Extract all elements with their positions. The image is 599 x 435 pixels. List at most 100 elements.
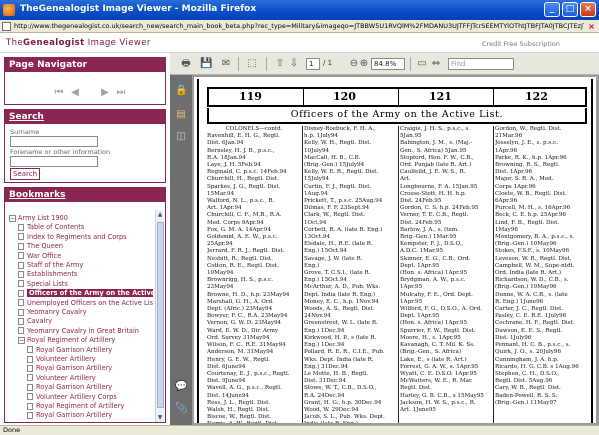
comments-icon[interactable]: 💬: [175, 381, 187, 393]
bookmark-item[interactable]: Royal Garrison Artillery: [27, 364, 112, 373]
bookmark-item[interactable]: Officers of the Army on the Active List: [18, 289, 153, 298]
page-up-icon[interactable]: ⇧: [274, 58, 286, 70]
bookmark-item[interactable]: The Queen: [18, 242, 63, 251]
print-icon[interactable]: 🖶: [180, 58, 192, 70]
bookmark-item[interactable]: Volunteer Artillery: [27, 355, 96, 364]
officer-entry-line: Bowyer, F. C., R.A. 23May94: [207, 313, 288, 320]
bookmark-label[interactable]: Royal Garrison Artillery: [36, 383, 112, 391]
window-title-bar: TheGenealogist Image Viewer - Mozilla Fi…: [0, 0, 599, 20]
officer-entry-line: (Hon. s. Africa) 1Apr.95: [400, 270, 468, 277]
site-logo[interactable]: TheGenealogist Image Viewer: [6, 38, 151, 48]
officer-entry-line: Wks. Dept. India (late R.: [304, 356, 374, 363]
maximize-button[interactable]: □: [562, 2, 578, 17]
fit-width-icon[interactable]: ⇔: [430, 58, 442, 70]
forename-input[interactable]: [10, 156, 98, 167]
surname-input[interactable]: [10, 136, 98, 147]
bookmark-label[interactable]: Royal Garrison Artillery: [36, 411, 112, 419]
bookmark-item[interactable]: War Office: [18, 252, 61, 261]
officer-entry-line: 1Oct.94: [304, 219, 327, 226]
bookmark-item[interactable]: Yeomanry Cavalry in Great Britain: [18, 327, 139, 336]
bookmark-label[interactable]: Yeomanry Cavalry: [27, 308, 87, 316]
officer-entry-line: Caulfeild, J. E. W. S., R.: [400, 169, 466, 176]
bookmark-item[interactable]: Table of Contents: [18, 223, 84, 232]
bookmark-item[interactable]: Special Lists: [18, 280, 68, 289]
bookmark-label[interactable]: Yeomanry Cavalry in Great Britain: [27, 327, 139, 335]
bookmark-item[interactable]: Royal Garrison Artillery: [27, 411, 112, 420]
bookmark-item[interactable]: Staff of the Army: [18, 261, 83, 270]
bookmark-item[interactable]: Volunteer Artillery Corps: [27, 393, 117, 402]
previous-page-icon[interactable]: ◀: [69, 87, 81, 99]
bookmark-item[interactable]: Royal Garrison Artillery: [27, 383, 112, 392]
bookmark-item[interactable]: − Army List 1900: [9, 214, 68, 223]
officer-entry-line: Woods, A. S., Regtl. Dist.: [304, 306, 375, 313]
url-field[interactable]: http://www.thegenealogist.co.uk/search_n…: [14, 21, 584, 32]
officer-entry-line: 10July94: [304, 147, 330, 154]
bookmark-item[interactable]: − Royal Regiment of Artillery: [18, 336, 115, 345]
bookmark-label[interactable]: Index to Regiments and Corps: [27, 233, 127, 241]
bookmark-label[interactable]: Special Lists: [27, 280, 68, 288]
bookmarks-title[interactable]: Bookmarks: [5, 188, 165, 202]
attachment-icon[interactable]: 📎: [175, 403, 187, 415]
bookmark-item[interactable]: Establishments: [18, 270, 77, 279]
search-button[interactable]: Search: [10, 168, 40, 180]
officer-entry-line: 25Apr.94: [207, 241, 233, 248]
officer-entry-line: Ord. India (late R. Art.): [495, 270, 562, 277]
bookmark-label[interactable]: Officers of the Army on the Active List: [27, 289, 153, 298]
bookmark-label[interactable]: Cavalry: [27, 317, 52, 325]
zoom-input[interactable]: 84.8%: [371, 58, 405, 70]
bookmark-item[interactable]: Index to Regiments and Corps: [18, 233, 127, 242]
stop-icon[interactable]: ×: [586, 21, 597, 32]
bookmark-label[interactable]: Staff of the Army: [27, 261, 83, 269]
bookmark-label[interactable]: Royal Regiment of Artillery: [36, 402, 124, 410]
scroll-up-icon[interactable]: ▲: [156, 210, 164, 219]
bookmark-label[interactable]: Establishments: [27, 270, 77, 278]
bookmark-item[interactable]: Unemployed Officers on the Active List: [18, 299, 153, 308]
officer-entry-line: Elsdale, H., R.E. (late R.: [304, 241, 373, 248]
save-icon[interactable]: 💾: [200, 58, 212, 70]
collapse-icon[interactable]: −: [9, 214, 16, 222]
email-icon[interactable]: ✉: [220, 58, 232, 70]
bookmark-item[interactable]: Cavalry: [18, 317, 52, 326]
bookmark-label[interactable]: Royal Regiment of Artillery: [27, 336, 115, 344]
bookmark-label[interactable]: Volunteer Artillery: [36, 355, 96, 363]
page-icon: [18, 242, 24, 250]
bookmark-item[interactable]: Royal Garrison Artillery: [27, 346, 112, 355]
page-number-input[interactable]: 1: [306, 58, 320, 70]
search-title[interactable]: Search: [5, 110, 165, 124]
minimize-button[interactable]: _: [544, 2, 560, 17]
pages-icon[interactable]: ▤: [175, 109, 187, 121]
bookmark-item[interactable]: Volunteer Artillery: [27, 374, 96, 383]
close-button[interactable]: ×: [580, 2, 596, 17]
next-page-icon[interactable]: ▶: [99, 87, 111, 99]
last-page-icon[interactable]: ⏭: [115, 87, 127, 99]
bookmark-item[interactable]: Yeomanry Cavalry: [18, 308, 87, 317]
officer-entry-line: Pennant, H. C. B., p.s.c., s.: [495, 342, 571, 349]
bookmark-label[interactable]: Royal Garrison Artillery: [36, 364, 112, 372]
bookmark-label[interactable]: Royal Garrison Artillery: [36, 346, 112, 354]
page-title: Officers of the Army on the Active List.: [207, 108, 587, 124]
bookmark-label[interactable]: War Office: [27, 252, 61, 260]
fit-page-icon[interactable]: ▭: [416, 58, 428, 70]
zoom-in-icon[interactable]: ⊕: [358, 58, 370, 70]
select-tool-icon[interactable]: ⬚: [246, 58, 258, 70]
scrollbar-thumb[interactable]: [157, 222, 164, 408]
officer-entry-line: Quirk, J. O., s. 20July96: [495, 349, 562, 356]
bookmark-label[interactable]: Volunteer Artillery Corps: [36, 393, 117, 401]
bookmark-label[interactable]: Unemployed Officers on the Active List: [27, 299, 153, 307]
page-navigator-panel: Page Navigator ⏮ ◀ ▶ ⏭: [4, 57, 166, 105]
lock-icon[interactable]: 🔒: [175, 85, 187, 97]
page-down-icon[interactable]: ⇩: [288, 58, 300, 70]
bookmarks-scrollbar[interactable]: ▲ ▼: [155, 210, 164, 422]
layers-icon[interactable]: ◫: [175, 131, 187, 143]
officer-entry-line: Beck, C. E. h.p. 25Apr.96: [495, 212, 566, 219]
bookmark-label[interactable]: The Queen: [27, 242, 63, 250]
first-page-icon[interactable]: ⏮: [53, 87, 65, 99]
collapse-icon[interactable]: −: [18, 336, 25, 344]
bookmark-item[interactable]: Royal Regiment of Artillery: [27, 402, 124, 411]
scroll-down-icon[interactable]: ▼: [156, 413, 164, 422]
bookmark-label[interactable]: Volunteer Artillery: [36, 374, 96, 382]
find-input[interactable]: Find: [448, 58, 514, 70]
bookmark-label[interactable]: Table of Contents: [27, 223, 84, 231]
bookmark-label[interactable]: Army List 1900: [18, 214, 68, 222]
officer-entry-line: Regtl. Dist.: [400, 385, 432, 392]
